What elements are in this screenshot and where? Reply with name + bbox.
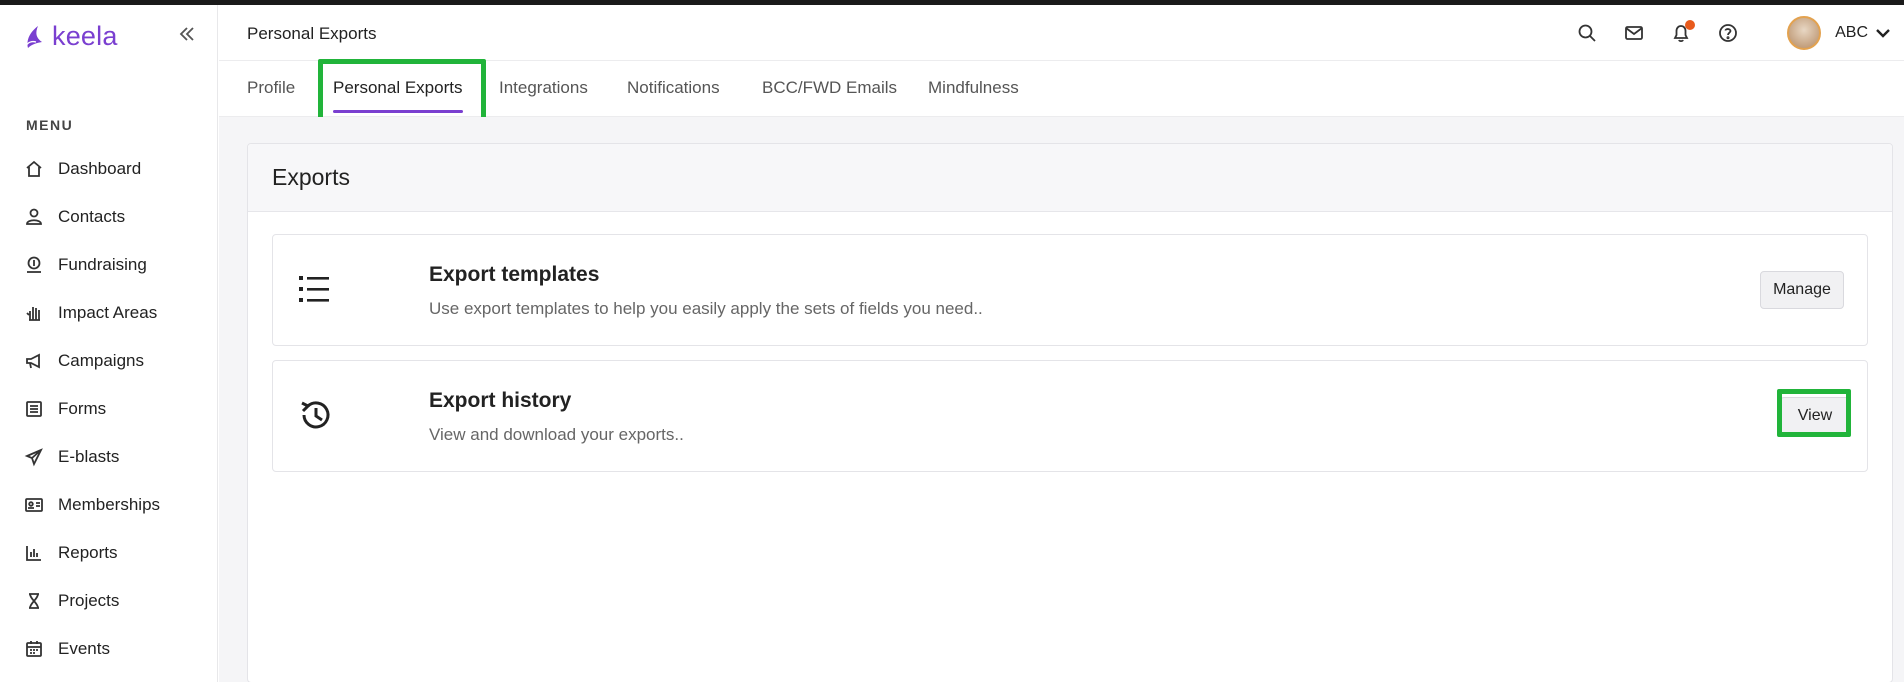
sidebar-item-contacts[interactable]: Contacts [24, 193, 160, 241]
page-title: Personal Exports [247, 24, 377, 43]
card-title: Export history [429, 389, 572, 412]
panel-header: Exports [248, 144, 1892, 212]
home-icon [26, 160, 42, 177]
tab-integrations[interactable]: Integrations [499, 78, 588, 98]
sidebar-item-campaigns[interactable]: Campaigns [24, 337, 160, 385]
view-highlight-box [1777, 389, 1851, 437]
keela-logo-icon [25, 25, 42, 48]
notification-badge [1685, 20, 1696, 30]
sidebar-item-label: Forms [58, 399, 107, 418]
notifications-button[interactable] [1670, 20, 1696, 44]
search-icon [1578, 24, 1596, 42]
sidebar-item-label: Projects [58, 591, 120, 610]
collapse-sidebar-button[interactable] [178, 23, 196, 49]
history-icon [295, 395, 335, 435]
sidebar-item-label: Contacts [58, 207, 126, 226]
panel-title: Exports [272, 164, 350, 190]
logo-text: keela [52, 21, 118, 51]
megaphone-icon [26, 353, 40, 369]
mail-button[interactable] [1623, 22, 1645, 44]
sidebar-item-label: Impact Areas [58, 303, 158, 322]
sidebar-item-reports[interactable]: Reports [24, 529, 160, 577]
hand-icon [26, 307, 40, 321]
tab-profile[interactable]: Profile [247, 78, 295, 98]
double-chevron-left-icon [179, 27, 194, 41]
sidebar-item-impact-areas[interactable]: Impact Areas [24, 289, 160, 337]
help-button[interactable] [1717, 22, 1739, 44]
form-icon [26, 401, 42, 417]
calendar-icon [26, 641, 42, 657]
sidebar-item-label: Memberships [58, 495, 161, 514]
sidebar-item-label: Events [58, 639, 110, 658]
sidebar-item-label: Reports [58, 543, 118, 562]
menu-title: MENU [26, 117, 74, 133]
card-description: View and download your exports.. [429, 425, 684, 444]
avatar[interactable] [1787, 16, 1822, 50]
sidebar-item-fundraising[interactable]: Fundraising [24, 241, 160, 289]
help-icon [1719, 24, 1737, 42]
user-icon [26, 208, 42, 225]
tab-mindfulness[interactable]: Mindfulness [928, 78, 1019, 98]
sidebar-item-dashboard[interactable]: Dashboard [24, 145, 160, 193]
tab-bcc-fwd-emails[interactable]: BCC/FWD Emails [762, 78, 897, 98]
top-header: Personal Exports ABC [219, 5, 1904, 61]
paper-plane-icon [24, 448, 43, 467]
sidebar-menu: Dashboard Contacts Fundraising Impact Ar… [24, 145, 160, 673]
sidebar-item-label: Dashboard [58, 159, 142, 178]
card-title: Export templates [429, 263, 600, 286]
sidebar-item-events[interactable]: Events [24, 625, 160, 673]
export-history-card: Export history View and download your ex… [272, 360, 1868, 472]
sidebar-item-label: Campaigns [58, 351, 144, 370]
sidebar-item-label: Fundraising [58, 255, 147, 274]
mail-icon [1625, 26, 1643, 40]
sidebar-item-memberships[interactable]: Memberships [24, 481, 160, 529]
hourglass-icon [29, 593, 39, 609]
user-menu-toggle[interactable] [1874, 24, 1892, 42]
id-card-icon [25, 498, 43, 512]
sidebar-item-e-blasts[interactable]: E-blasts [24, 433, 160, 481]
bar-chart-icon [26, 546, 41, 561]
chevron-down-icon [1876, 29, 1890, 38]
user-name[interactable]: ABC [1835, 24, 1868, 42]
sidebar-item-projects[interactable]: Projects [24, 577, 160, 625]
manage-button[interactable]: Manage [1760, 271, 1844, 309]
donation-icon [27, 256, 41, 273]
search-button[interactable] [1576, 22, 1598, 44]
header-actions: ABC [1576, 5, 1904, 61]
tab-notifications[interactable]: Notifications [627, 78, 720, 98]
list-icon [295, 269, 335, 309]
sidebar: keela MENU Dashboard Contacts Fundraisin… [0, 5, 218, 682]
keela-logo[interactable]: keela [24, 21, 118, 52]
sidebar-item-forms[interactable]: Forms [24, 385, 160, 433]
export-templates-card: Export templates Use export templates to… [272, 234, 1868, 346]
sidebar-item-label: E-blasts [58, 447, 120, 466]
card-description: Use export templates to help you easily … [429, 299, 983, 318]
